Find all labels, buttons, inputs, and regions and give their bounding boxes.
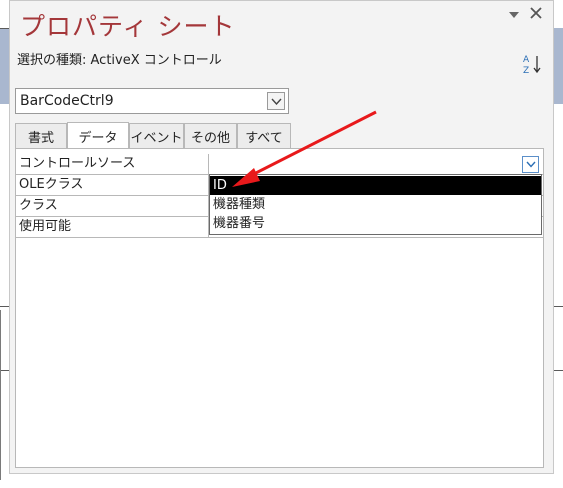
background-divider (553, 370, 563, 371)
selection-type-label: 選択の種類: ActiveX コントロール (17, 53, 222, 68)
property-name: OLEクラス (16, 175, 209, 196)
close-icon (530, 7, 542, 23)
tab-data[interactable]: データ (67, 122, 129, 149)
tab-label: 書式 (27, 130, 54, 146)
chevron-down-icon (525, 157, 536, 172)
close-button[interactable] (526, 5, 546, 25)
property-value-input[interactable] (209, 154, 543, 175)
property-name: クラス (16, 196, 209, 217)
tab-format[interactable]: 書式 (15, 123, 67, 148)
background-divider (553, 306, 563, 307)
tab-label: データ (78, 130, 118, 146)
background-divider (0, 310, 1, 480)
tab-event[interactable]: イベント (129, 123, 184, 148)
tab-other[interactable]: その他 (184, 123, 237, 148)
control-source-dropdown-button[interactable] (522, 156, 539, 173)
dropdown-option[interactable]: 機器番号 (210, 214, 541, 233)
property-name: コントロールソース (16, 154, 209, 175)
sort-az-icon: A Z (522, 55, 544, 79)
sort-az-button[interactable]: A Z (522, 53, 544, 76)
tab-label: イベント (130, 130, 183, 146)
dropdown-option[interactable]: ID (210, 176, 541, 195)
object-selector-value: BarCodeCtrl9 (20, 93, 114, 109)
object-selector[interactable]: BarCodeCtrl9 (15, 88, 289, 114)
tab-all[interactable]: すべて (237, 123, 291, 148)
property-sheet-panel: プロパティ シート 選択の種類: ActiveX コントロール A Z BarC… (9, 0, 554, 474)
dropdown-option[interactable]: 機器種類 (210, 195, 541, 214)
object-selector-dropdown-button[interactable] (267, 92, 285, 110)
svg-text:A: A (523, 55, 530, 65)
panel-title: プロパティ シート (20, 12, 236, 41)
property-row-control-source[interactable]: コントロールソース (16, 154, 543, 175)
tab-label: すべて (245, 130, 283, 146)
background-ribbon-right (554, 28, 563, 104)
chevron-down-icon (508, 8, 520, 23)
property-name: 使用可能 (16, 217, 209, 238)
svg-text:Z: Z (523, 66, 529, 75)
control-source-dropdown-list: ID 機器種類 機器番号 (209, 174, 542, 235)
chevron-down-icon (270, 94, 282, 109)
pane-menu-button[interactable] (504, 5, 524, 25)
tab-label: その他 (190, 130, 230, 146)
